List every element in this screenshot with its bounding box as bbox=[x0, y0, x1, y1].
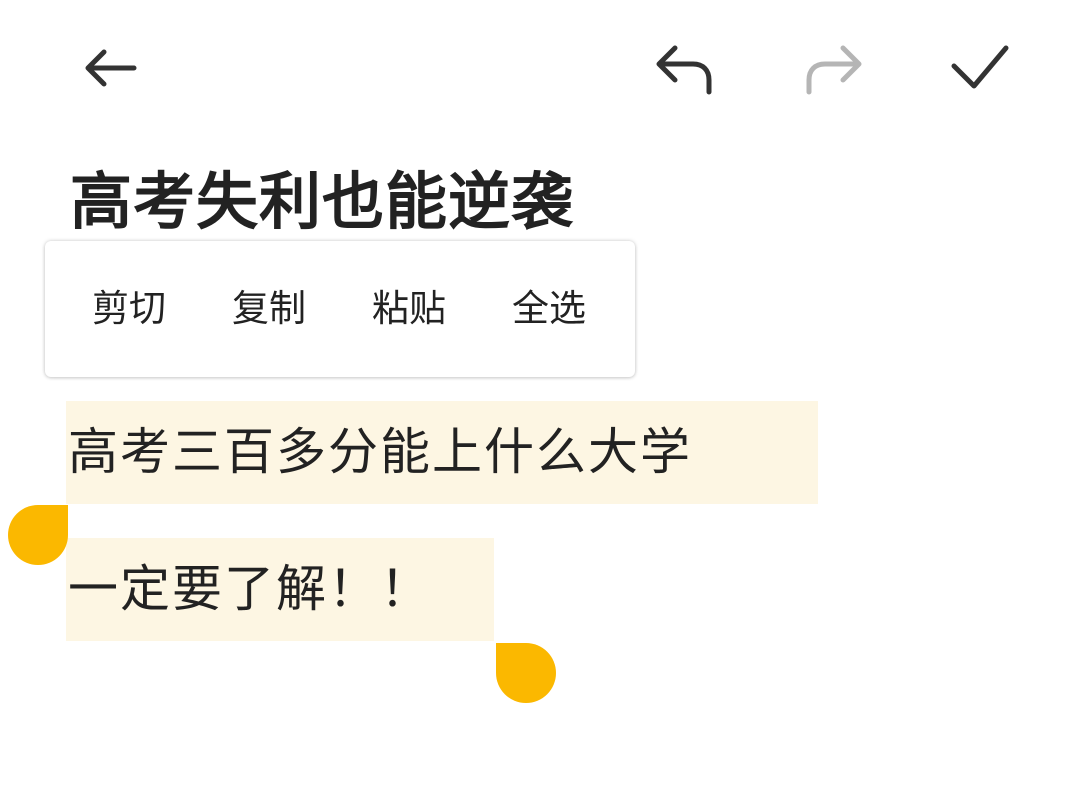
menu-item-cut[interactable]: 剪切 bbox=[92, 241, 166, 377]
undo-icon bbox=[656, 45, 712, 95]
selection-end-handle[interactable] bbox=[496, 643, 556, 703]
redo-icon bbox=[806, 45, 862, 95]
done-button[interactable] bbox=[940, 28, 1020, 108]
note-body-line-selected[interactable]: 高考三百多分能上什么大学 bbox=[66, 401, 818, 504]
note-title[interactable]: 高考失利也能逆袭 bbox=[70, 162, 574, 242]
undo-button[interactable] bbox=[645, 30, 725, 110]
note-body-line-selected[interactable]: 一定要了解！！ bbox=[66, 538, 494, 641]
checkmark-icon bbox=[951, 45, 1009, 89]
menu-item-select-all[interactable]: 全选 bbox=[512, 241, 586, 377]
menu-item-paste[interactable]: 粘贴 bbox=[372, 241, 446, 377]
text-context-menu: 剪切 复制 粘贴 全选 bbox=[45, 241, 635, 377]
back-button[interactable] bbox=[70, 28, 150, 108]
menu-item-copy[interactable]: 复制 bbox=[232, 241, 306, 377]
selection-start-handle[interactable] bbox=[8, 505, 68, 565]
redo-button[interactable] bbox=[793, 30, 873, 110]
arrow-left-icon bbox=[85, 49, 137, 87]
